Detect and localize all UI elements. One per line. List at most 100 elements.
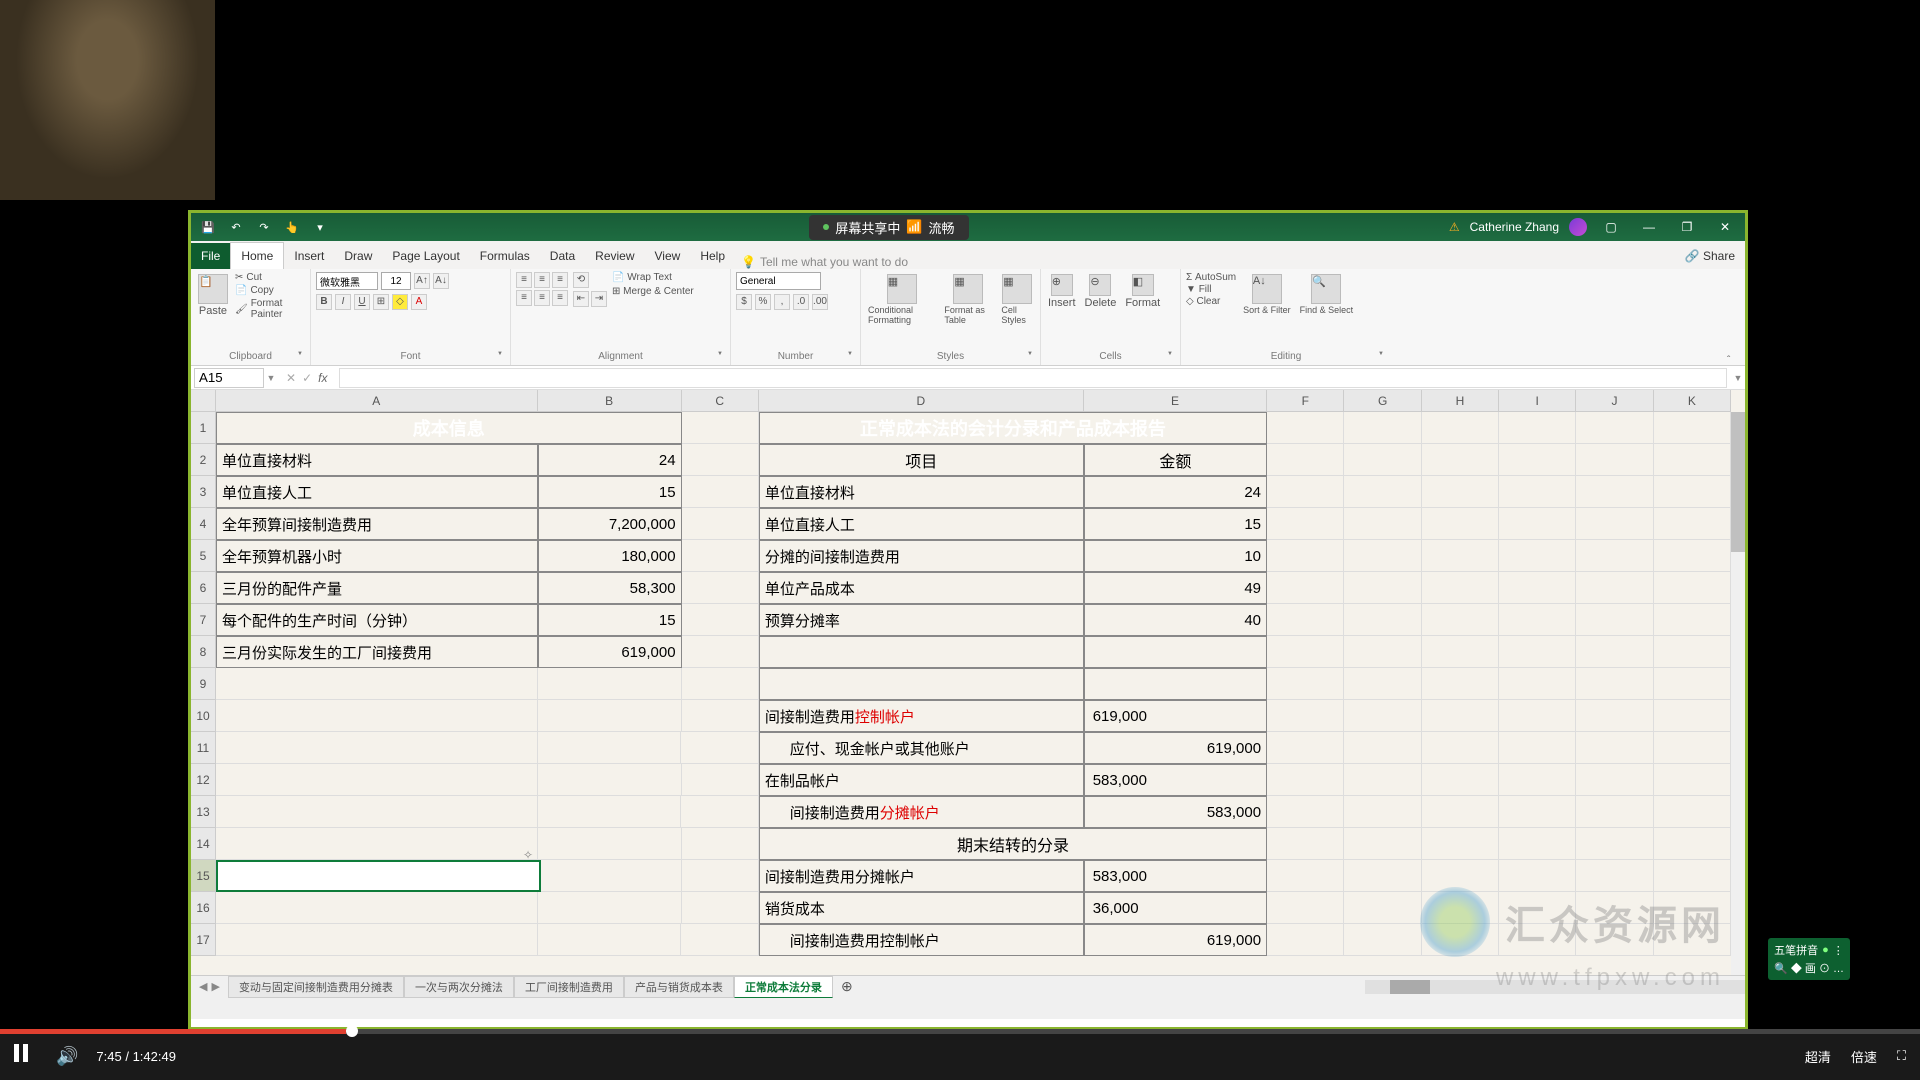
cell[interactable] xyxy=(216,924,538,956)
cell[interactable] xyxy=(1499,572,1576,604)
row-header-9[interactable]: 9 xyxy=(191,668,216,700)
sheet-tab[interactable]: 正常成本法分录 xyxy=(734,976,833,998)
cell[interactable] xyxy=(1576,540,1653,572)
formula-input[interactable] xyxy=(339,368,1727,388)
menu-help[interactable]: Help xyxy=(690,243,735,269)
bold-button[interactable]: B xyxy=(316,294,332,310)
menu-draw[interactable]: Draw xyxy=(334,243,382,269)
cell[interactable]: 间接制造费用分摊帐户 xyxy=(759,796,1084,828)
cell[interactable] xyxy=(1654,828,1731,860)
cell[interactable]: 40 xyxy=(1084,604,1267,636)
cell[interactable] xyxy=(1422,668,1499,700)
cell[interactable] xyxy=(1499,828,1576,860)
cell[interactable] xyxy=(1576,732,1653,764)
cell[interactable] xyxy=(216,892,538,924)
cell[interactable] xyxy=(1654,444,1731,476)
italic-button[interactable]: I xyxy=(335,294,351,310)
cell[interactable]: 583,000 xyxy=(1084,860,1267,892)
cell[interactable]: 间接制造费用分摊帐户 xyxy=(759,860,1084,892)
cell[interactable] xyxy=(682,700,759,732)
scroll-thumb[interactable] xyxy=(1731,412,1745,552)
inc-decimal-button[interactable]: .0 xyxy=(793,294,809,310)
currency-button[interactable]: $ xyxy=(736,294,752,310)
cell[interactable] xyxy=(216,764,538,796)
accept-formula-icon[interactable]: ✓ xyxy=(302,371,312,385)
cell[interactable]: 15 xyxy=(538,476,682,508)
format-painter-button[interactable]: 🖌 Format Painter xyxy=(235,298,305,320)
cell[interactable] xyxy=(1499,412,1576,444)
cell[interactable] xyxy=(1267,508,1344,540)
cell[interactable]: 全年预算间接制造费用 xyxy=(216,508,538,540)
cell[interactable]: 7,200,000 xyxy=(538,508,682,540)
cell[interactable] xyxy=(1267,892,1344,924)
cell[interactable] xyxy=(682,860,759,892)
row-header-4[interactable]: 4 xyxy=(191,508,216,540)
add-sheet-button[interactable]: ⊕ xyxy=(833,978,861,995)
row-header-17[interactable]: 17 xyxy=(191,924,216,956)
namebox-dropdown-icon[interactable]: ▼ xyxy=(264,373,278,383)
cell[interactable] xyxy=(1576,828,1653,860)
cell[interactable] xyxy=(682,540,759,572)
cell[interactable] xyxy=(1267,444,1344,476)
cell[interactable] xyxy=(538,796,682,828)
col-header-d[interactable]: D xyxy=(759,390,1084,412)
cell[interactable]: 10 xyxy=(1084,540,1267,572)
dec-decimal-button[interactable]: .00 xyxy=(812,294,828,310)
col-header-f[interactable]: F xyxy=(1267,390,1344,412)
fill-color-button[interactable]: ◇ xyxy=(392,294,408,310)
col-header-g[interactable]: G xyxy=(1344,390,1421,412)
cell[interactable] xyxy=(1576,412,1653,444)
cell[interactable] xyxy=(1654,668,1731,700)
cell[interactable] xyxy=(1654,732,1731,764)
cell[interactable] xyxy=(1422,572,1499,604)
cell[interactable]: 619,000 xyxy=(538,636,682,668)
cell[interactable]: 58,300 xyxy=(538,572,682,604)
cell[interactable] xyxy=(538,700,682,732)
cell[interactable] xyxy=(1499,636,1576,668)
qat-more-icon[interactable]: ▾ xyxy=(311,218,329,236)
cell[interactable] xyxy=(538,892,682,924)
wrap-text-button[interactable]: 📄 Wrap Text xyxy=(612,272,694,283)
touch-icon[interactable]: 👆 xyxy=(283,218,301,236)
progress-bar[interactable] xyxy=(0,1029,1920,1034)
menu-file[interactable]: File xyxy=(191,243,230,269)
cell[interactable] xyxy=(1654,636,1731,668)
cell[interactable] xyxy=(1344,540,1421,572)
cell[interactable] xyxy=(1576,508,1653,540)
cell[interactable] xyxy=(1499,604,1576,636)
cell[interactable] xyxy=(1654,796,1731,828)
cell[interactable]: 619,000 xyxy=(1084,924,1267,956)
cell[interactable] xyxy=(682,892,759,924)
cell[interactable] xyxy=(682,412,759,444)
format-cells-button[interactable]: ◧Format xyxy=(1123,272,1162,311)
col-header-j[interactable]: J xyxy=(1576,390,1653,412)
warning-icon[interactable]: ⚠ xyxy=(1449,220,1460,234)
cell[interactable]: 180,000 xyxy=(538,540,682,572)
close-icon[interactable]: ✕ xyxy=(1711,220,1739,234)
cell[interactable] xyxy=(1499,700,1576,732)
merge-button[interactable]: ⊞ Merge & Center xyxy=(612,286,694,297)
cell[interactable] xyxy=(1084,636,1267,668)
cell[interactable] xyxy=(1422,444,1499,476)
orientation-button[interactable]: ⟲ xyxy=(573,272,589,288)
col-header-h[interactable]: H xyxy=(1422,390,1499,412)
cell[interactable] xyxy=(1344,732,1421,764)
cell[interactable]: 三月份实际发生的工厂间接费用 xyxy=(216,636,538,668)
cell[interactable] xyxy=(1576,476,1653,508)
cell[interactable] xyxy=(1576,636,1653,668)
col-header-b[interactable]: B xyxy=(538,390,682,412)
cell[interactable]: 单位直接人工 xyxy=(216,476,538,508)
cell[interactable]: 分摊的间接制造费用 xyxy=(759,540,1084,572)
cell[interactable] xyxy=(759,636,1084,668)
cell[interactable] xyxy=(682,604,759,636)
cell[interactable] xyxy=(1344,764,1421,796)
cell[interactable] xyxy=(1344,700,1421,732)
row-header-6[interactable]: 6 xyxy=(191,572,216,604)
sheet-tab[interactable]: 产品与销货成本表 xyxy=(624,976,734,998)
cell[interactable] xyxy=(1654,476,1731,508)
clear-button[interactable]: ◇ Clear xyxy=(1186,296,1236,307)
cell[interactable]: 应付、现金帐户或其他账户 xyxy=(759,732,1084,764)
cell[interactable]: 每个配件的生产时间（分钟） xyxy=(216,604,538,636)
row-header-12[interactable]: 12 xyxy=(191,764,216,796)
cell[interactable] xyxy=(1267,796,1344,828)
